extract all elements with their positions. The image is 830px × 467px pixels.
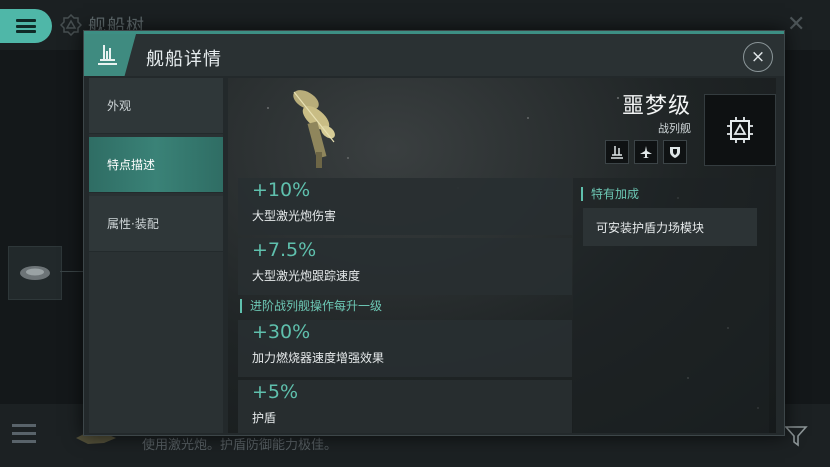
main-menu-button[interactable]	[0, 9, 52, 43]
shield-badge-icon	[663, 140, 687, 164]
bonus-text: 护盾	[252, 411, 277, 425]
sidebar-item-features[interactable]: 特点描述	[89, 137, 223, 193]
ship-name: 噩梦级	[621, 94, 691, 119]
faction-emblem	[704, 94, 776, 166]
background-ship-description: 使用激光炮。护盾防御能力极佳。	[142, 438, 338, 453]
bonus-text: 大型激光炮跟踪速度	[252, 269, 361, 283]
special-bonus-heading: 特有加成	[581, 187, 639, 201]
detail-content: 噩梦级 战列舰 +10% 大型激光炮伤害 +7.5% 大型激光炮跟踪速度 进阶战…	[228, 78, 776, 433]
battleship-icon	[98, 45, 117, 65]
level-bonus-heading: 进阶战列舰操作每升一级	[240, 299, 382, 313]
ship-detail-modal: 舰船详情 × 外观 特点描述 属性·装配 噩梦级 战列舰 +10% 大型激光炮伤…	[83, 30, 785, 436]
filter-icon[interactable]	[784, 424, 808, 448]
bonus-value: +10%	[252, 179, 311, 201]
hamburger-icon	[16, 19, 36, 33]
background-close-icon[interactable]: ✕	[787, 14, 805, 36]
list-icon[interactable]	[12, 424, 36, 444]
ship-tree-node[interactable]	[8, 246, 62, 300]
bonus-value: +7.5%	[252, 239, 317, 261]
ship-tree-icon	[60, 14, 82, 36]
bonus-value: +5%	[252, 381, 299, 403]
close-icon: ×	[750, 47, 766, 67]
special-bonus-panel: 特有加成 可安装护盾力场模块	[573, 178, 769, 433]
bonus-text: 大型激光炮伤害	[252, 209, 337, 223]
sidebar-item-appearance[interactable]: 外观	[89, 78, 223, 134]
special-bonus-item: 可安装护盾力场模块	[583, 208, 757, 246]
bonus-item: +10% 大型激光炮伤害	[238, 178, 572, 235]
close-button[interactable]: ×	[743, 42, 773, 72]
tree-connector	[60, 271, 84, 272]
special-bonus-text: 可安装护盾力场模块	[596, 221, 705, 235]
bonus-text: 加力燃烧器速度增强效果	[252, 351, 385, 365]
bonus-item: +5% 护盾	[238, 380, 572, 433]
bonus-value: +30%	[252, 321, 311, 343]
sidebar-item-label: 外观	[107, 99, 132, 113]
ship-node-icon	[20, 266, 50, 280]
fighter-badge-icon	[634, 140, 658, 164]
bonus-item: +30% 加力燃烧器速度增强效果	[238, 320, 572, 377]
sidebar-item-label: 属性·装配	[107, 217, 159, 231]
modal-title: 舰船详情	[146, 49, 222, 70]
ship-model-image	[293, 90, 335, 168]
ship-class: 战列舰	[658, 122, 691, 135]
bonus-list[interactable]: +10% 大型激光炮伤害 +7.5% 大型激光炮跟踪速度 进阶战列舰操作每升一级…	[238, 178, 574, 433]
modal-header: 舰船详情 ×	[84, 34, 784, 76]
bonus-item: +7.5% 大型激光炮跟踪速度	[238, 238, 572, 295]
sidebar-item-label: 特点描述	[107, 158, 156, 172]
amarr-emblem-icon	[727, 117, 753, 143]
sidebar-item-attributes[interactable]: 属性·装配	[89, 196, 223, 252]
detail-sidebar: 外观 特点描述 属性·装配	[89, 78, 223, 433]
ship-role-badges	[605, 140, 687, 164]
battleship-badge-icon	[605, 140, 629, 164]
